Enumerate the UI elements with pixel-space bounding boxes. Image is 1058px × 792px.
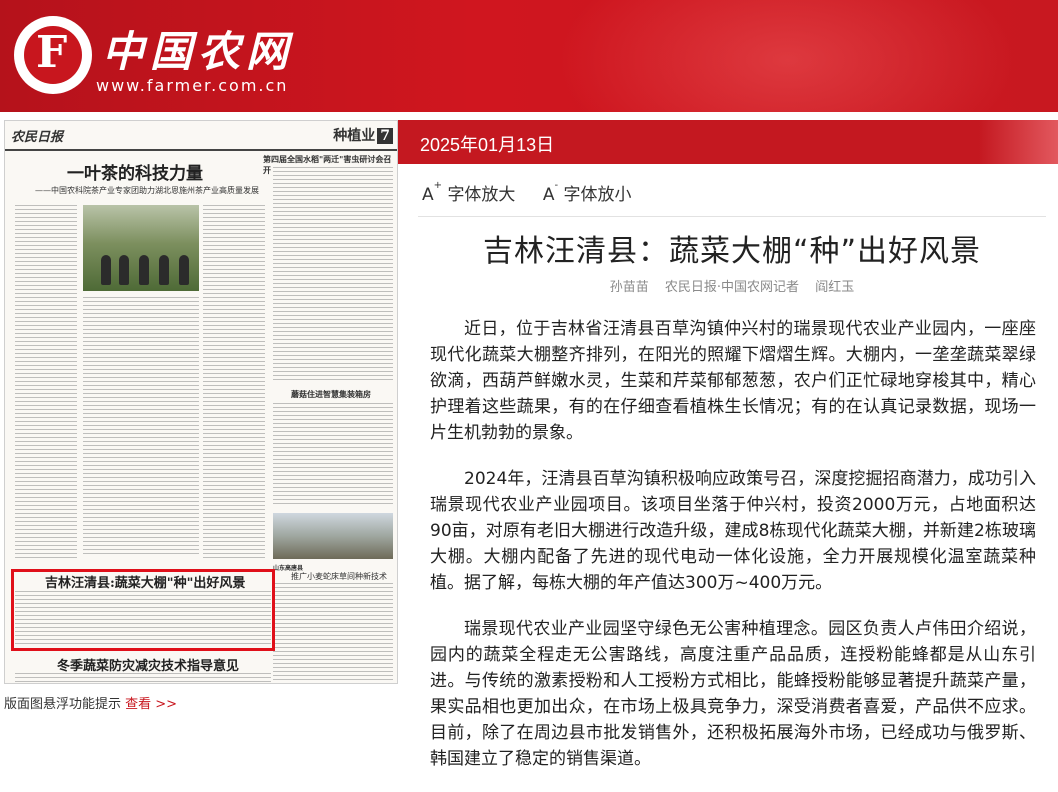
article-paragraph: 瑞景现代农业产业园坚守绿色无公害种植理念。园区负责人卢伟田介绍说，园内的蔬菜全程… xyxy=(430,619,1036,769)
paper-photo-tea-field xyxy=(83,205,199,291)
date-bar: 2025年01月13日 xyxy=(398,120,1058,164)
paper-section-label: 种植业 7 xyxy=(333,125,393,145)
paper-page-number: 7 xyxy=(377,128,393,144)
photo-figure xyxy=(159,255,169,285)
site-header: F 中国农网 www.farmer.com.cn xyxy=(0,0,1058,112)
paper-hint-link[interactable]: 查看 >> xyxy=(125,697,177,712)
byline-source: 农民日报·中国农网记者 xyxy=(664,280,800,295)
paper-subheadline-tea: ——中国农科院茶产业专家团助力湖北恩施州茶产业高质量发展 xyxy=(35,186,259,195)
paper-text-column xyxy=(83,297,199,557)
site-url: www.farmer.com.cn xyxy=(96,76,289,95)
font-larger-label: 字体放大 xyxy=(447,185,516,205)
paper-headline-highlighted[interactable]: 吉林汪清县:蔬菜大棚"种"出好风景 xyxy=(45,572,245,591)
paper-text-column xyxy=(273,167,393,381)
article-paragraph: 近日，位于吉林省汪清县百草沟镇仲兴村的瑞景现代农业产业园内，一座座现代化蔬菜大棚… xyxy=(430,319,1036,443)
paper-text-column xyxy=(15,673,271,683)
photo-figure xyxy=(119,255,129,285)
paper-section-name: 种植业 xyxy=(333,128,376,144)
byline-reporter: 孙苗苗 xyxy=(609,280,649,295)
divider xyxy=(418,216,1046,217)
paper-text-column xyxy=(273,583,393,683)
paper-headline-vegetable-disaster[interactable]: 冬季蔬菜防灾减灾技术指导意见 xyxy=(57,655,239,674)
byline-reporter-2: 阎红玉 xyxy=(815,280,855,295)
photo-figure xyxy=(139,255,149,285)
paper-hint-text: 版面图悬浮功能提示 xyxy=(4,697,122,712)
header-glow xyxy=(558,0,1018,112)
article-title: 吉林汪清县：蔬菜大棚“种”出好风景 xyxy=(482,234,982,269)
paper-headline-wheat[interactable]: 推广小麦蛇床草间种新技术 xyxy=(291,571,387,582)
photo-figure xyxy=(179,255,189,285)
article-byline: 孙苗苗 农民日报·中国农网记者 阎红玉 xyxy=(418,276,1046,295)
font-larger-button[interactable]: A+ 字体放大 xyxy=(422,180,515,205)
newspaper-page-image[interactable]: 农民日报 种植业 7 一叶茶的科技力量 ——中国农科院茶产业专家团助力湖北恩施州茶… xyxy=(4,120,398,684)
paper-text-column xyxy=(273,403,393,507)
paper-masthead: 农民日报 xyxy=(11,130,64,145)
paper-headline-mushroom[interactable]: 蘑菇住进智慧集装箱房 xyxy=(291,389,371,400)
paper-headline-tea[interactable]: 一叶茶的科技力量 xyxy=(67,159,203,184)
paper-masthead-bar: 农民日报 种植业 7 xyxy=(5,121,397,151)
font-smaller-label: 字体放小 xyxy=(563,185,632,205)
site-name[interactable]: 中国农网 xyxy=(102,18,294,79)
article-paragraph: 2024年，汪清县百草沟镇积极响应政策号召，深度挖掘招商潜力，成功引入瑞景现代农… xyxy=(430,469,1036,593)
site-logo-icon[interactable]: F xyxy=(14,16,92,94)
publish-date: 2025年01月13日 xyxy=(420,135,555,155)
font-smaller-button[interactable]: A- 字体放小 xyxy=(543,180,632,205)
paper-text-column xyxy=(15,205,77,559)
paper-photo-wheat-field xyxy=(273,513,393,559)
photo-figure xyxy=(101,255,111,285)
paper-hover-hint: 版面图悬浮功能提示 查看 >> xyxy=(4,693,177,712)
font-size-controls: A+ 字体放大 A- 字体放小 xyxy=(422,180,654,205)
paper-text-column xyxy=(203,205,265,559)
logo-letter: F xyxy=(36,27,68,78)
